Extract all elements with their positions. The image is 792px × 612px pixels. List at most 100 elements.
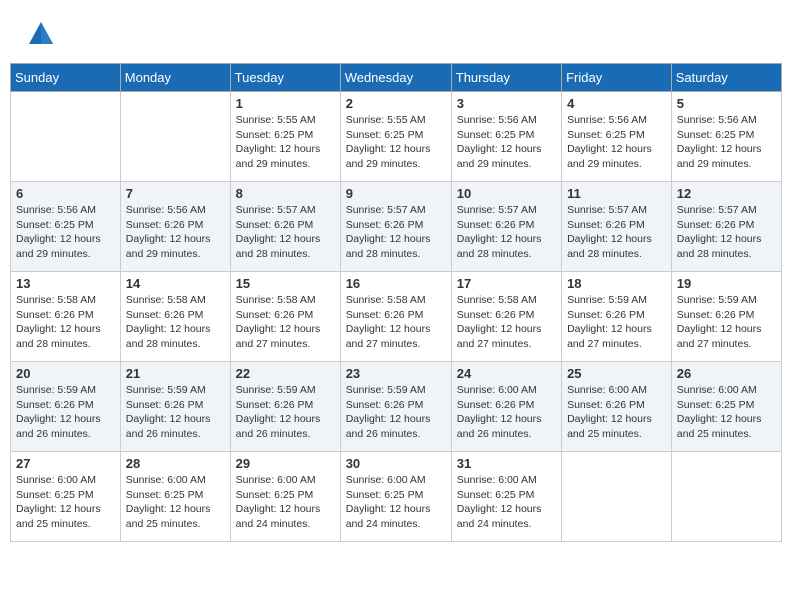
calendar-cell: 22 Sunrise: 5:59 AMSunset: 6:26 PMDaylig… [230, 362, 340, 452]
calendar-cell: 1 Sunrise: 5:55 AMSunset: 6:25 PMDayligh… [230, 92, 340, 182]
day-info: Sunrise: 5:58 AMSunset: 6:26 PMDaylight:… [236, 294, 321, 350]
calendar-cell: 25 Sunrise: 6:00 AMSunset: 6:26 PMDaylig… [562, 362, 672, 452]
calendar-cell: 11 Sunrise: 5:57 AMSunset: 6:26 PMDaylig… [562, 182, 672, 272]
column-header-monday: Monday [120, 64, 230, 92]
calendar-cell: 14 Sunrise: 5:58 AMSunset: 6:26 PMDaylig… [120, 272, 230, 362]
calendar-cell: 15 Sunrise: 5:58 AMSunset: 6:26 PMDaylig… [230, 272, 340, 362]
day-number: 7 [126, 186, 225, 201]
calendar-cell: 27 Sunrise: 6:00 AMSunset: 6:25 PMDaylig… [11, 452, 121, 542]
day-info: Sunrise: 6:00 AMSunset: 6:25 PMDaylight:… [677, 384, 762, 440]
day-info: Sunrise: 5:57 AMSunset: 6:26 PMDaylight:… [236, 204, 321, 260]
day-number: 19 [677, 276, 776, 291]
day-number: 15 [236, 276, 335, 291]
calendar-cell: 28 Sunrise: 6:00 AMSunset: 6:25 PMDaylig… [120, 452, 230, 542]
day-info: Sunrise: 5:57 AMSunset: 6:26 PMDaylight:… [677, 204, 762, 260]
calendar-cell: 6 Sunrise: 5:56 AMSunset: 6:25 PMDayligh… [11, 182, 121, 272]
day-number: 1 [236, 96, 335, 111]
day-info: Sunrise: 6:00 AMSunset: 6:25 PMDaylight:… [457, 474, 542, 530]
day-info: Sunrise: 5:59 AMSunset: 6:26 PMDaylight:… [126, 384, 211, 440]
calendar-cell: 29 Sunrise: 6:00 AMSunset: 6:25 PMDaylig… [230, 452, 340, 542]
day-number: 18 [567, 276, 666, 291]
day-info: Sunrise: 6:00 AMSunset: 6:25 PMDaylight:… [346, 474, 431, 530]
day-info: Sunrise: 5:59 AMSunset: 6:26 PMDaylight:… [567, 294, 652, 350]
calendar-week-3: 13 Sunrise: 5:58 AMSunset: 6:26 PMDaylig… [11, 272, 782, 362]
day-number: 26 [677, 366, 776, 381]
calendar-cell [11, 92, 121, 182]
day-info: Sunrise: 5:56 AMSunset: 6:25 PMDaylight:… [457, 114, 542, 170]
calendar-cell: 16 Sunrise: 5:58 AMSunset: 6:26 PMDaylig… [340, 272, 451, 362]
calendar-cell: 19 Sunrise: 5:59 AMSunset: 6:26 PMDaylig… [671, 272, 781, 362]
calendar-cell: 8 Sunrise: 5:57 AMSunset: 6:26 PMDayligh… [230, 182, 340, 272]
day-info: Sunrise: 5:55 AMSunset: 6:25 PMDaylight:… [346, 114, 431, 170]
day-number: 12 [677, 186, 776, 201]
column-header-wednesday: Wednesday [340, 64, 451, 92]
calendar-cell: 13 Sunrise: 5:58 AMSunset: 6:26 PMDaylig… [11, 272, 121, 362]
calendar-cell: 12 Sunrise: 5:57 AMSunset: 6:26 PMDaylig… [671, 182, 781, 272]
calendar-cell: 24 Sunrise: 6:00 AMSunset: 6:26 PMDaylig… [451, 362, 561, 452]
calendar-cell [562, 452, 672, 542]
calendar-cell: 4 Sunrise: 5:56 AMSunset: 6:25 PMDayligh… [562, 92, 672, 182]
day-number: 22 [236, 366, 335, 381]
day-number: 28 [126, 456, 225, 471]
day-info: Sunrise: 5:55 AMSunset: 6:25 PMDaylight:… [236, 114, 321, 170]
calendar-cell: 20 Sunrise: 5:59 AMSunset: 6:26 PMDaylig… [11, 362, 121, 452]
calendar-week-2: 6 Sunrise: 5:56 AMSunset: 6:25 PMDayligh… [11, 182, 782, 272]
day-number: 21 [126, 366, 225, 381]
logo [25, 20, 55, 53]
calendar-cell: 3 Sunrise: 5:56 AMSunset: 6:25 PMDayligh… [451, 92, 561, 182]
day-number: 9 [346, 186, 446, 201]
day-info: Sunrise: 5:57 AMSunset: 6:26 PMDaylight:… [567, 204, 652, 260]
calendar-table: SundayMondayTuesdayWednesdayThursdayFrid… [10, 63, 782, 542]
day-number: 29 [236, 456, 335, 471]
calendar-cell: 31 Sunrise: 6:00 AMSunset: 6:25 PMDaylig… [451, 452, 561, 542]
day-number: 10 [457, 186, 556, 201]
calendar-cell: 30 Sunrise: 6:00 AMSunset: 6:25 PMDaylig… [340, 452, 451, 542]
day-number: 20 [16, 366, 115, 381]
calendar-cell: 17 Sunrise: 5:58 AMSunset: 6:26 PMDaylig… [451, 272, 561, 362]
day-info: Sunrise: 5:59 AMSunset: 6:26 PMDaylight:… [346, 384, 431, 440]
day-number: 6 [16, 186, 115, 201]
logo-icon [27, 20, 55, 48]
day-info: Sunrise: 6:00 AMSunset: 6:25 PMDaylight:… [236, 474, 321, 530]
day-info: Sunrise: 5:59 AMSunset: 6:26 PMDaylight:… [677, 294, 762, 350]
calendar-cell: 10 Sunrise: 5:57 AMSunset: 6:26 PMDaylig… [451, 182, 561, 272]
calendar-week-1: 1 Sunrise: 5:55 AMSunset: 6:25 PMDayligh… [11, 92, 782, 182]
day-number: 8 [236, 186, 335, 201]
column-header-thursday: Thursday [451, 64, 561, 92]
day-number: 4 [567, 96, 666, 111]
day-number: 30 [346, 456, 446, 471]
calendar-week-5: 27 Sunrise: 6:00 AMSunset: 6:25 PMDaylig… [11, 452, 782, 542]
day-number: 14 [126, 276, 225, 291]
day-number: 16 [346, 276, 446, 291]
calendar-cell [120, 92, 230, 182]
day-number: 25 [567, 366, 666, 381]
day-info: Sunrise: 6:00 AMSunset: 6:25 PMDaylight:… [126, 474, 211, 530]
calendar-header-row: SundayMondayTuesdayWednesdayThursdayFrid… [11, 64, 782, 92]
day-info: Sunrise: 5:58 AMSunset: 6:26 PMDaylight:… [126, 294, 211, 350]
day-info: Sunrise: 5:59 AMSunset: 6:26 PMDaylight:… [236, 384, 321, 440]
day-info: Sunrise: 5:58 AMSunset: 6:26 PMDaylight:… [16, 294, 101, 350]
column-header-sunday: Sunday [11, 64, 121, 92]
calendar-cell: 21 Sunrise: 5:59 AMSunset: 6:26 PMDaylig… [120, 362, 230, 452]
day-info: Sunrise: 5:57 AMSunset: 6:26 PMDaylight:… [457, 204, 542, 260]
day-number: 27 [16, 456, 115, 471]
day-number: 31 [457, 456, 556, 471]
day-info: Sunrise: 5:56 AMSunset: 6:25 PMDaylight:… [16, 204, 101, 260]
page-header [10, 10, 782, 58]
calendar-cell [671, 452, 781, 542]
day-number: 24 [457, 366, 556, 381]
calendar-cell: 7 Sunrise: 5:56 AMSunset: 6:26 PMDayligh… [120, 182, 230, 272]
calendar-cell: 18 Sunrise: 5:59 AMSunset: 6:26 PMDaylig… [562, 272, 672, 362]
column-header-friday: Friday [562, 64, 672, 92]
calendar-cell: 9 Sunrise: 5:57 AMSunset: 6:26 PMDayligh… [340, 182, 451, 272]
day-info: Sunrise: 5:57 AMSunset: 6:26 PMDaylight:… [346, 204, 431, 260]
day-number: 11 [567, 186, 666, 201]
day-number: 13 [16, 276, 115, 291]
day-number: 2 [346, 96, 446, 111]
calendar-cell: 26 Sunrise: 6:00 AMSunset: 6:25 PMDaylig… [671, 362, 781, 452]
day-number: 23 [346, 366, 446, 381]
day-info: Sunrise: 5:59 AMSunset: 6:26 PMDaylight:… [16, 384, 101, 440]
calendar-week-4: 20 Sunrise: 5:59 AMSunset: 6:26 PMDaylig… [11, 362, 782, 452]
day-info: Sunrise: 6:00 AMSunset: 6:25 PMDaylight:… [16, 474, 101, 530]
column-header-saturday: Saturday [671, 64, 781, 92]
